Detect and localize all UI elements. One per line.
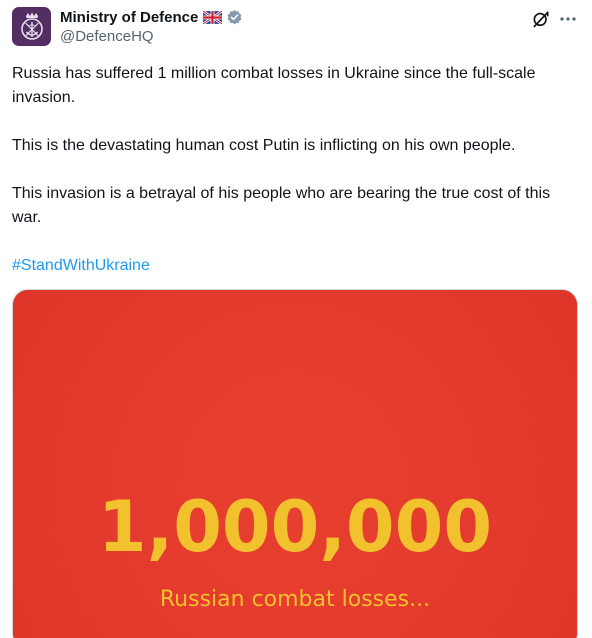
media-background xyxy=(13,290,577,638)
ukraine-flag-icon xyxy=(156,259,176,273)
avatar[interactable] xyxy=(12,7,51,46)
tweet-paragraph: This is the devastating human cost Putin… xyxy=(12,137,516,154)
more-dots-icon xyxy=(560,17,576,21)
display-name[interactable]: Ministry of Defence xyxy=(60,9,198,26)
name-row: Ministry of Defence xyxy=(60,7,243,27)
author-block: Ministry of Defence @DefenceHQ xyxy=(60,7,243,45)
verified-icon xyxy=(226,9,243,26)
tweet: Ministry of Defence @DefenceHQ Russia ha… xyxy=(0,0,592,638)
media-caption: Russian combat losses... xyxy=(159,587,431,612)
handle[interactable]: @DefenceHQ xyxy=(60,28,243,45)
tweet-paragraph: Russia has suffered 1 million combat los… xyxy=(12,65,536,106)
more-button[interactable] xyxy=(557,8,579,30)
media-image[interactable]: 1,000,000 Russian combat losses... xyxy=(12,289,578,638)
tweet-paragraph: This invasion is a betrayal of his peopl… xyxy=(12,185,551,226)
grok-icon xyxy=(533,11,549,28)
mod-crest-icon xyxy=(20,12,43,40)
hashtag-link[interactable]: #StandWithUkraine xyxy=(12,254,150,278)
grok-button[interactable] xyxy=(530,8,552,30)
hashtag-row: #StandWithUkraine xyxy=(12,254,578,278)
media-headline-number: 1,000,000 xyxy=(97,486,493,568)
uk-flag-icon xyxy=(202,9,224,25)
tweet-text: Russia has suffered 1 million combat los… xyxy=(12,62,578,278)
